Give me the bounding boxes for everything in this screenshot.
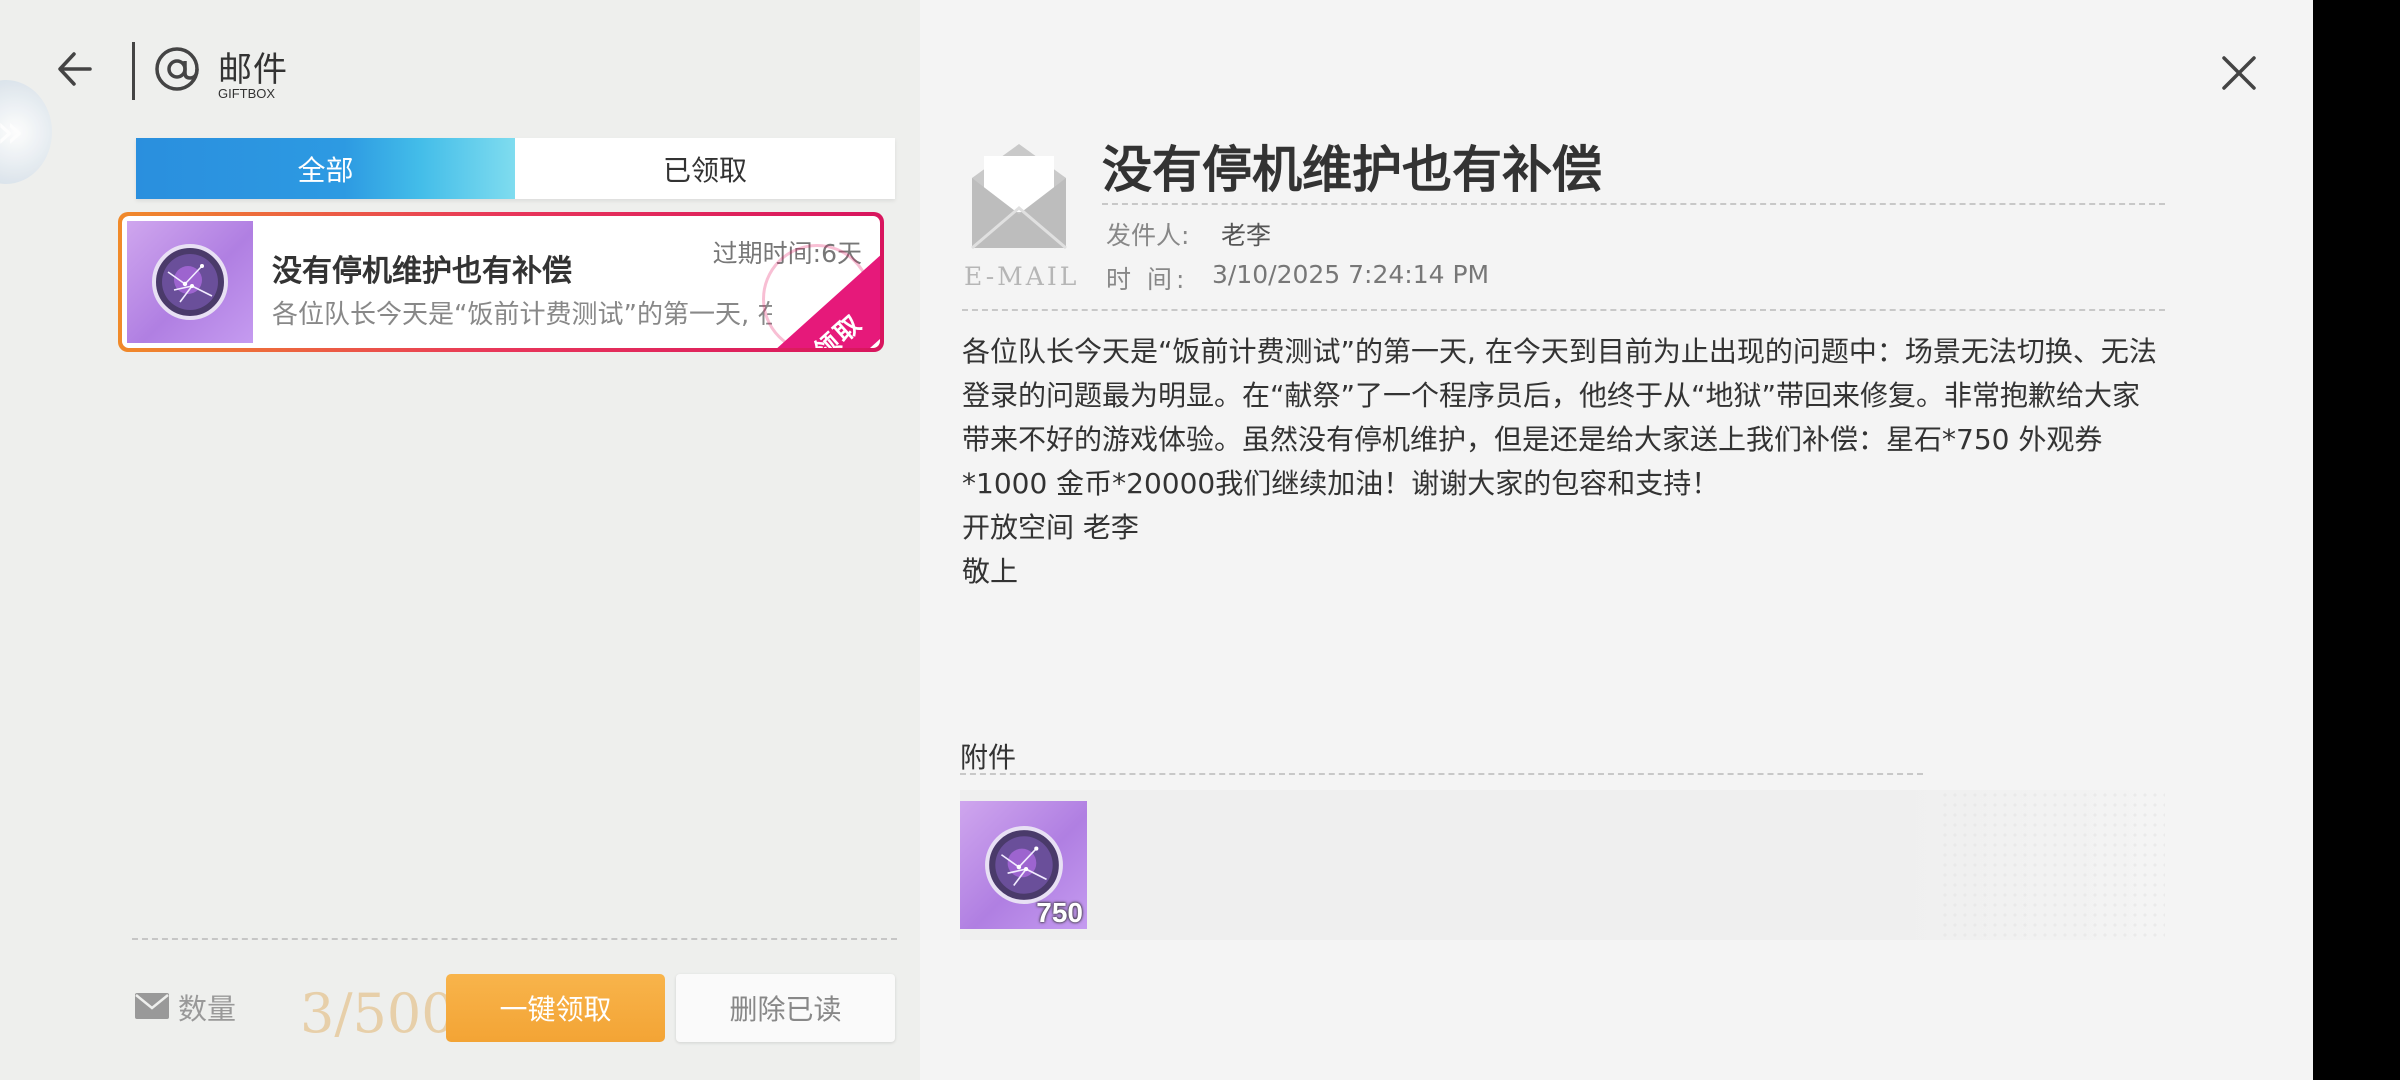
- title-divider: [1102, 203, 2165, 205]
- mail-detail-title: 没有停机维护也有补偿: [1102, 140, 1602, 199]
- mail-count-value: 3/500: [300, 982, 456, 1045]
- mail-body: 各位队长今天是“饭前计费测试”的第一天, 在今天到目前为止出现的问题中：场景无法…: [962, 330, 2167, 594]
- mail-filter-tabs: 全部 已领取: [136, 138, 895, 199]
- chevron-right-icon: »: [0, 108, 24, 154]
- meta-divider: [962, 309, 2165, 311]
- attachments-label: 附件: [960, 741, 1017, 774]
- page-subtitle: GIFTBOX: [218, 86, 276, 101]
- attachment-item[interactable]: 750: [960, 801, 1087, 929]
- close-button[interactable]: [2218, 52, 2260, 94]
- screen-edge: [2313, 0, 2400, 1080]
- time-value: 3/10/2025 7:24:14 PM: [1212, 260, 1490, 289]
- footer-divider: [132, 938, 897, 940]
- tab-all[interactable]: 全部: [136, 138, 515, 199]
- attachment-quantity: 750: [1036, 897, 1083, 928]
- close-icon: [2222, 56, 2256, 90]
- email-label: E-MAIL: [964, 262, 1080, 291]
- mail-count-label: 数量: [178, 992, 237, 1026]
- back-button[interactable]: [50, 46, 96, 92]
- star-orb-icon: [127, 221, 253, 343]
- claim-all-button[interactable]: 一键领取: [446, 974, 665, 1042]
- page-title: 邮件: [218, 50, 288, 90]
- mail-body-paragraph: 各位队长今天是“饭前计费测试”的第一天, 在今天到目前为止出现的问题中：场景无法…: [962, 335, 2157, 500]
- screen: » 邮件 GIFTBOX 全部 已领取: [0, 0, 2313, 1080]
- mail-item-preview: 各位队长今天是“饭前计费测试”的第一天, 在今天到目前为止出现的问题中: [272, 300, 772, 330]
- star-orb-icon: [984, 826, 1063, 904]
- sender-value: 老李: [1221, 221, 1272, 250]
- time-label: 时 间:: [1106, 265, 1189, 294]
- mail-card-body: 没有停机维护也有补偿 过期时间:6天 各位队长今天是“饭前计费测试”的第一天, …: [122, 216, 880, 348]
- arrow-left-icon: [58, 52, 92, 86]
- at-sign-icon: [152, 44, 202, 94]
- mail-list-item[interactable]: 没有停机维护也有补偿 过期时间:6天 各位队长今天是“饭前计费测试”的第一天, …: [118, 212, 884, 352]
- mail-list-pane: » 邮件 GIFTBOX 全部 已领取: [0, 0, 920, 1080]
- open-envelope-icon: [966, 138, 1072, 254]
- mail-closing: 敬上: [962, 555, 1019, 588]
- tab-claimed[interactable]: 已领取: [515, 138, 895, 199]
- mail-item-title: 没有停机维护也有补偿: [272, 254, 572, 289]
- mail-signature: 开放空间 老李: [962, 511, 1139, 544]
- delete-read-button[interactable]: 删除已读: [676, 974, 895, 1042]
- attachments-pattern: [1940, 790, 2165, 940]
- side-drawer-handle[interactable]: »: [0, 80, 52, 184]
- attachments-divider: [960, 773, 1923, 775]
- sender-label: 发件人:: [1106, 221, 1190, 250]
- header-divider: [132, 42, 135, 100]
- envelope-icon: [134, 992, 170, 1020]
